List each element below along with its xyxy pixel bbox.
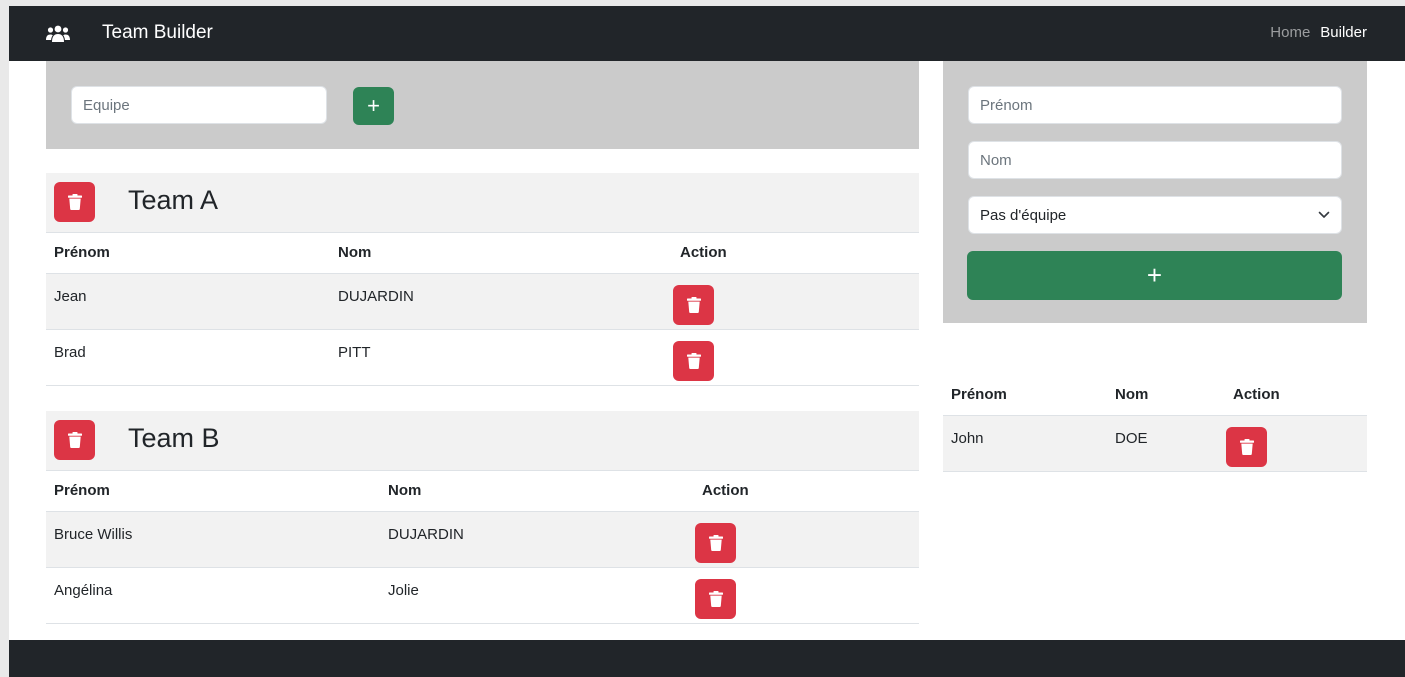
cell-prenom: Brad xyxy=(46,329,330,386)
delete-member-button[interactable] xyxy=(1226,426,1267,467)
cell-nom: Jolie xyxy=(380,567,694,624)
trash-icon xyxy=(1239,438,1254,455)
table-header-row: Prénom Nom Action xyxy=(943,374,1367,416)
delete-member-button[interactable] xyxy=(673,340,714,381)
column-header-action: Action xyxy=(672,233,919,274)
column-header-nom: Nom xyxy=(380,471,694,512)
cell-prenom: Bruce Willis xyxy=(46,511,380,568)
unassigned-members: Prénom Nom Action John DOE xyxy=(943,374,1367,472)
nom-input[interactable] xyxy=(968,141,1342,179)
trash-icon xyxy=(686,352,701,369)
cell-action xyxy=(1225,415,1367,472)
table-row: Bruce Willis DUJARDIN xyxy=(46,511,919,568)
team-members-table: Prénom Nom Action Jean DUJARDIN Brad PIT… xyxy=(46,233,919,386)
page: Team Builder Home Builder + Team A xyxy=(9,6,1405,677)
team-name: Team A xyxy=(128,185,219,215)
table-row: Brad PITT xyxy=(46,329,919,386)
team-card-b: Team B Prénom Nom Action Bruce Willis DU… xyxy=(46,411,919,624)
app-title[interactable]: Team Builder xyxy=(102,22,213,44)
table-header-row: Prénom Nom Action xyxy=(46,233,919,274)
delete-member-button[interactable] xyxy=(695,578,736,619)
trash-icon xyxy=(67,194,82,210)
team-name: Team B xyxy=(128,423,220,453)
add-team-form: + xyxy=(46,61,919,149)
cell-prenom: Angélina xyxy=(46,567,380,624)
cell-action xyxy=(694,567,919,624)
trash-icon xyxy=(686,296,701,313)
team-select-value: Pas d'équipe xyxy=(980,206,1067,224)
cell-prenom: John xyxy=(943,415,1107,472)
team-members-table: Prénom Nom Action Bruce Willis DUJARDIN xyxy=(46,471,919,624)
column-header-action: Action xyxy=(1225,374,1367,416)
column-header-action: Action xyxy=(694,471,919,512)
unassigned-members-table: Prénom Nom Action John DOE xyxy=(943,374,1367,472)
table-row: Angélina Jolie xyxy=(46,567,919,624)
nav-links: Home Builder xyxy=(1270,24,1367,41)
table-row: Jean DUJARDIN xyxy=(46,273,919,330)
delete-member-button[interactable] xyxy=(695,522,736,563)
trash-icon xyxy=(67,432,82,448)
column-header-prenom: Prénom xyxy=(46,233,330,274)
cell-nom: DUJARDIN xyxy=(380,511,694,568)
column-header-nom: Nom xyxy=(1107,374,1225,416)
column-header-nom: Nom xyxy=(330,233,672,274)
add-member-button[interactable]: + xyxy=(967,251,1342,300)
column-header-prenom: Prénom xyxy=(46,471,380,512)
add-team-button[interactable]: + xyxy=(353,87,394,125)
delete-team-button[interactable] xyxy=(54,182,95,222)
navbar: Team Builder Home Builder xyxy=(9,6,1405,61)
trash-icon xyxy=(708,534,723,551)
delete-member-button[interactable] xyxy=(673,284,714,325)
cell-nom: DUJARDIN xyxy=(330,273,672,330)
cell-nom: PITT xyxy=(330,329,672,386)
add-member-form: Pas d'équipe + xyxy=(943,61,1367,323)
team-select[interactable]: Pas d'équipe xyxy=(968,196,1342,234)
team-header: Team A xyxy=(46,173,919,233)
nav-link-home[interactable]: Home xyxy=(1270,24,1310,41)
cell-action xyxy=(672,273,919,330)
team-name-input[interactable] xyxy=(71,86,327,124)
prenom-input[interactable] xyxy=(968,86,1342,124)
cell-action xyxy=(694,511,919,568)
users-icon xyxy=(46,25,70,42)
table-row: John DOE xyxy=(943,415,1367,472)
cell-nom: DOE xyxy=(1107,415,1225,472)
column-header-prenom: Prénom xyxy=(943,374,1107,416)
chevron-down-icon xyxy=(1318,211,1330,218)
team-card-a: Team A Prénom Nom Action Jean DUJARDIN B… xyxy=(46,173,919,386)
delete-team-button[interactable] xyxy=(54,420,95,460)
nav-link-builder[interactable]: Builder xyxy=(1320,24,1367,41)
team-header: Team B xyxy=(46,411,919,471)
trash-icon xyxy=(708,590,723,607)
table-header-row: Prénom Nom Action xyxy=(46,471,919,512)
footer xyxy=(9,640,1405,677)
cell-prenom: Jean xyxy=(46,273,330,330)
cell-action xyxy=(672,329,919,386)
